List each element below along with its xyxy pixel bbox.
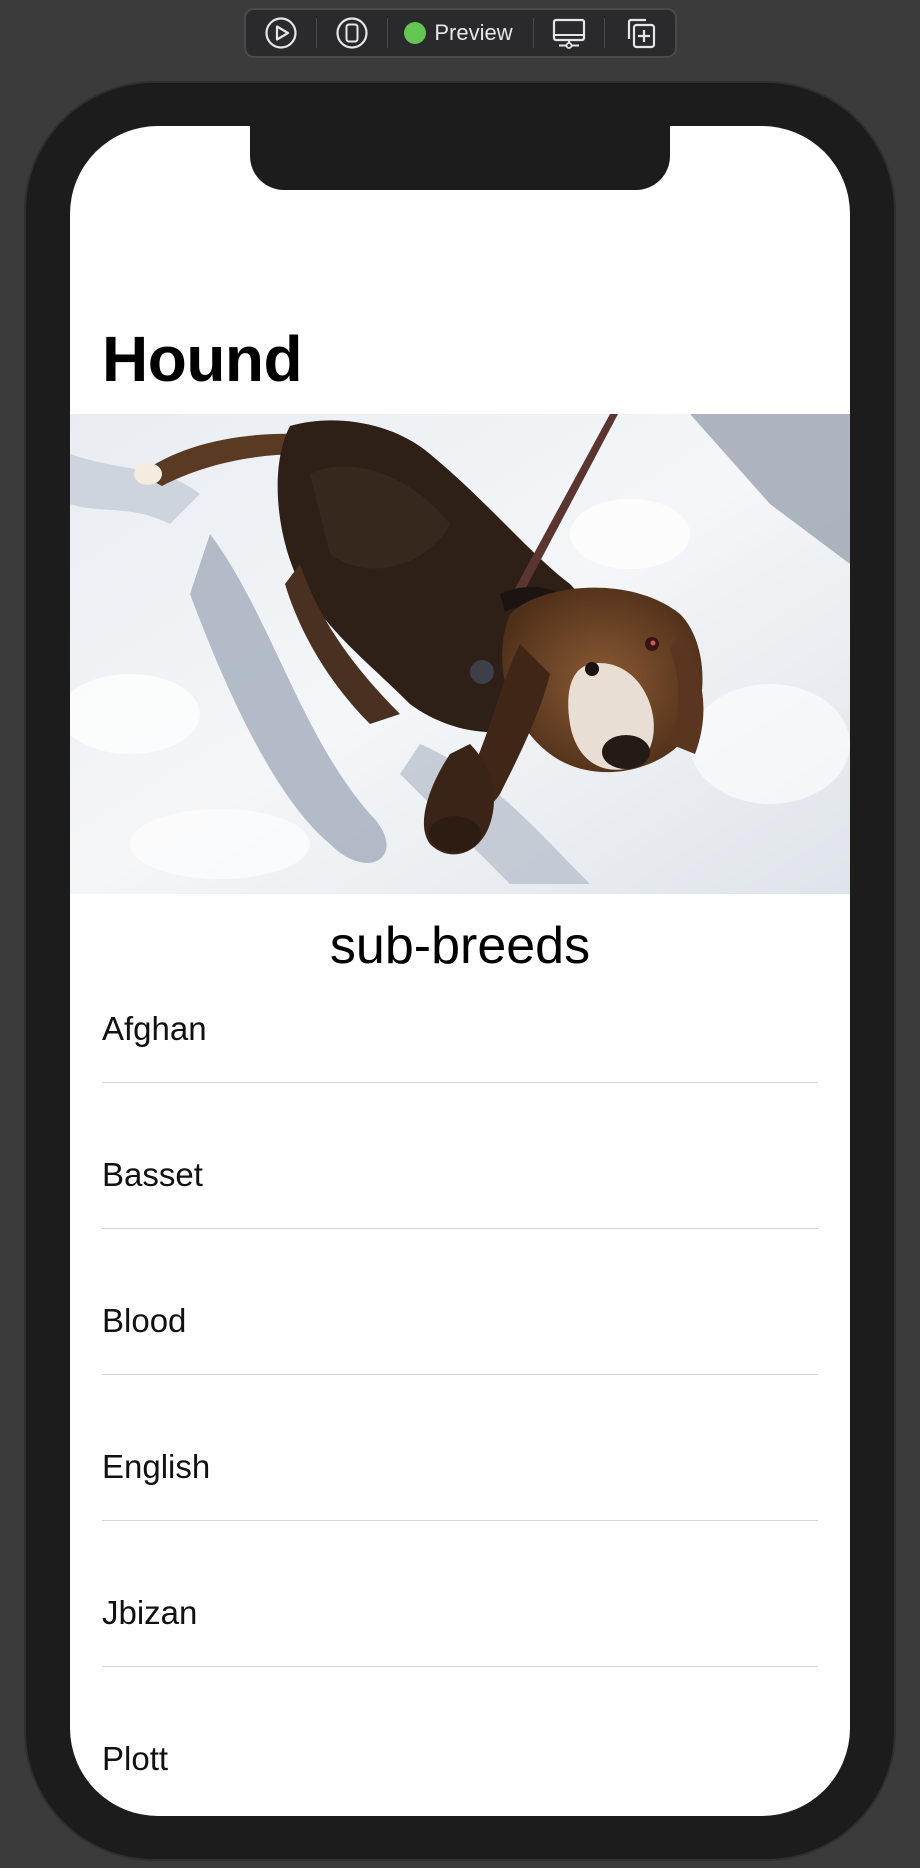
play-icon: [265, 17, 297, 49]
section-heading: sub-breeds: [329, 917, 591, 975]
list-item-label: Plott: [102, 1740, 169, 1777]
list-item-label: Blood: [102, 1302, 187, 1339]
live-preview-button[interactable]: [246, 10, 316, 56]
page-title: Hound: [102, 323, 303, 395]
device-settings-button[interactable]: [534, 10, 604, 56]
breed-image: [70, 414, 850, 894]
list-divider: [102, 1228, 818, 1229]
list-divider: [102, 1374, 818, 1375]
status-indicator: [404, 22, 427, 44]
list-item[interactable]: Jbizan: [102, 1568, 818, 1714]
list-item[interactable]: Basset: [102, 1130, 818, 1276]
list-item-label: Afghan: [102, 1010, 207, 1047]
duplicate-preview-button[interactable]: [605, 10, 675, 56]
list-item[interactable]: Blood: [102, 1276, 818, 1422]
list-divider: [102, 1666, 818, 1667]
list-divider: [102, 1520, 818, 1521]
list-item[interactable]: Plott: [102, 1714, 818, 1816]
preview-toolbar: Preview: [244, 8, 677, 58]
device-icon: [336, 17, 368, 49]
display-icon: [552, 18, 585, 49]
list-divider: [102, 1082, 818, 1083]
list-item-label: Jbizan: [102, 1594, 198, 1631]
preview-status[interactable]: Preview: [388, 10, 532, 56]
selectable-mode-button[interactable]: [317, 10, 387, 56]
list-item[interactable]: English: [102, 1422, 818, 1568]
device-notch: [250, 126, 670, 190]
subbreed-list: Afghan Basset Blood English Jbizan Plott: [102, 984, 818, 1816]
device-screen: Hound sub-breeds Afghan Basset Blood Eng…: [70, 126, 850, 1816]
list-item-label: Basset: [102, 1156, 203, 1193]
duplicate-icon: [627, 18, 655, 49]
list-item-label: English: [102, 1448, 211, 1485]
list-item[interactable]: Afghan: [102, 984, 818, 1130]
preview-label: Preview: [434, 20, 513, 45]
